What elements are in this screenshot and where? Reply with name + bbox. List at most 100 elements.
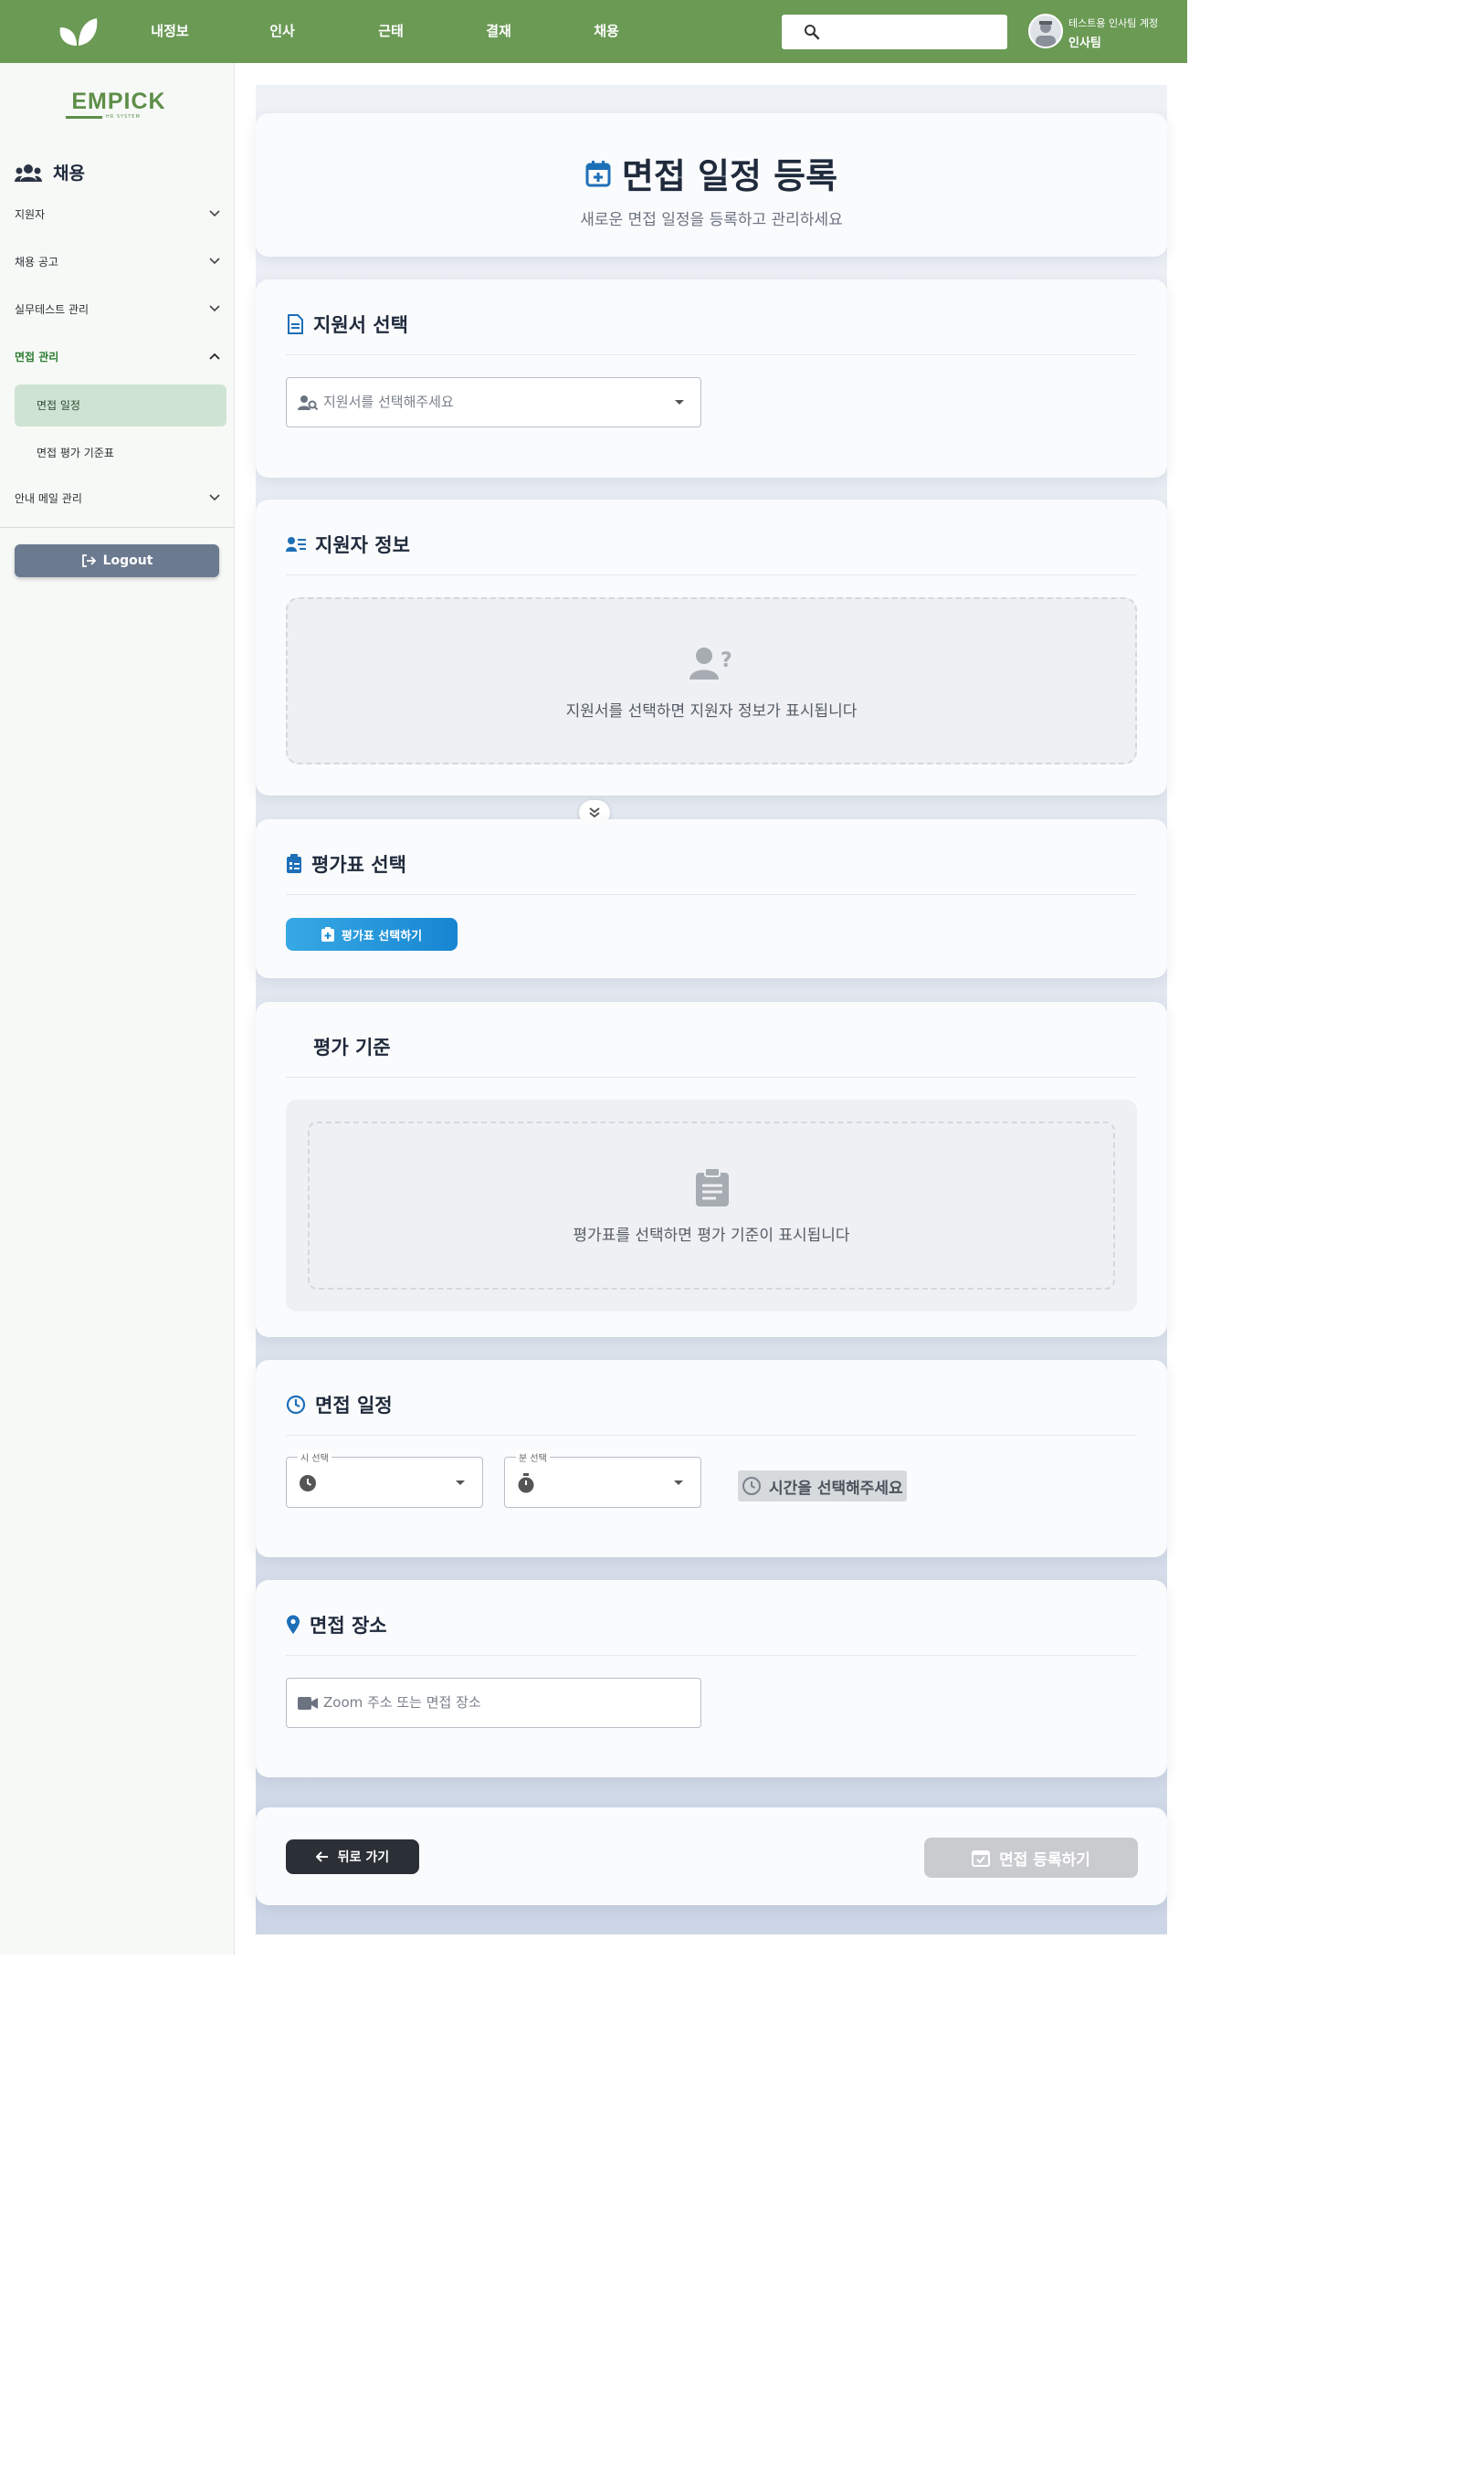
sidebar-divider <box>0 527 234 528</box>
applicant-info-placeholder: ? 지원서를 선택하면 지원자 정보가 표시됩니다 <box>286 597 1137 764</box>
sidebar-item-notice-mail[interactable]: 안내 메일 관리 <box>15 484 220 511</box>
arrow-left-icon <box>315 1851 328 1862</box>
chevron-down-icon <box>209 494 220 501</box>
criteria-empty-text: 평가표를 선택하면 평가 기준이 표시됩니다 <box>573 1227 850 1245</box>
section-title: 면접 일정 <box>315 1395 393 1417</box>
people-icon <box>15 163 42 182</box>
section-header: 평가 기준 <box>286 1033 391 1060</box>
section-divider <box>286 1435 1137 1436</box>
logo-subtext: HR SYSTEM <box>106 114 141 120</box>
application-select-card: 지원서 선택 지원서를 선택해주세요 <box>256 279 1167 478</box>
section-divider <box>286 1655 1137 1656</box>
applicant-info-card: 지원자 정보 ? 지원서를 선택하면 지원자 정보가 표시됩니다 <box>256 500 1167 795</box>
section-divider <box>286 1077 1137 1078</box>
nav-item-myinfo[interactable]: 내정보 <box>133 0 206 63</box>
section-title: 평가 기준 <box>313 1037 391 1059</box>
logout-button[interactable]: Logout <box>15 544 219 577</box>
section-title: 면접 장소 <box>310 1615 387 1637</box>
sidebar-item-label: 지원자 <box>15 207 46 221</box>
sidebar-item-applicants[interactable]: 지원자 <box>15 200 220 227</box>
nav-item-hr[interactable]: 인사 <box>246 0 319 63</box>
application-select-placeholder: 지원서를 선택해주세요 <box>323 394 454 410</box>
nav-item-attendance[interactable]: 근태 <box>354 0 427 63</box>
sidebar-item-label: 채용 공고 <box>15 255 58 269</box>
section-title: 지원자 정보 <box>315 534 410 556</box>
sidebar-section-header: 채용 <box>15 160 85 184</box>
dropdown-arrow-icon <box>456 1480 465 1485</box>
location-pin-icon <box>287 1615 300 1634</box>
calendar-add-icon <box>585 160 611 186</box>
submit-interview-button[interactable]: 면접 등록하기 <box>924 1838 1138 1878</box>
sidebar-item-practical-test[interactable]: 실무테스트 관리 <box>15 295 220 322</box>
section-divider <box>286 894 1137 895</box>
sidebar-subitem-interview-schedule[interactable]: 면접 일정 <box>15 385 226 427</box>
location-input-placeholder: Zoom 주소 또는 면접 장소 <box>323 1694 481 1711</box>
sidebar-subitem-interview-criteria[interactable]: 면접 평가 기준표 <box>15 432 226 474</box>
avatar[interactable] <box>1028 14 1063 48</box>
section-divider <box>286 354 1137 355</box>
criteria-placeholder-box: 평가표를 선택하면 평가 기준이 표시됩니다 <box>308 1122 1115 1290</box>
logo-underline <box>66 116 102 119</box>
minute-select[interactable]: 분 선택 <box>504 1450 701 1508</box>
search-box[interactable] <box>782 15 1007 49</box>
leaf-logo-icon[interactable] <box>57 15 99 47</box>
section-header: 면접 일정 <box>286 1391 393 1418</box>
empick-logo[interactable]: EMPICK HR SYSTEM <box>64 85 174 125</box>
schedule-card: 면접 일정 시 선택 분 선택 시간을 선택해주세요 <box>256 1360 1167 1557</box>
sidebar-section-title: 채용 <box>53 163 85 184</box>
location-card: 면접 장소 Zoom 주소 또는 면접 장소 <box>256 1580 1167 1777</box>
clock-icon <box>286 1395 306 1415</box>
criteria-icon-spacer <box>286 1038 304 1056</box>
hour-select-label: 시 선택 <box>298 1450 332 1464</box>
chevron-down-icon <box>209 305 220 312</box>
sidebar-item-label: 면접 관리 <box>15 350 59 363</box>
document-icon <box>288 314 303 334</box>
profile-image-icon <box>1030 16 1061 47</box>
chevron-down-icon <box>209 258 220 265</box>
action-bar-card: 뒤로 가기 면접 등록하기 <box>256 1807 1167 1905</box>
hour-select[interactable]: 시 선택 <box>286 1450 483 1508</box>
back-button[interactable]: 뒤로 가기 <box>286 1839 419 1874</box>
section-header: 지원자 정보 <box>286 531 410 558</box>
minute-select-label: 분 선택 <box>516 1450 550 1464</box>
page-subtitle: 새로운 면접 일정을 등록하고 관리하세요 <box>580 211 843 229</box>
video-camera-icon <box>298 1697 318 1710</box>
clipboard-add-icon <box>321 927 334 942</box>
eval-sheet-card: 평가표 선택 평가표 선택하기 <box>256 819 1167 978</box>
sidebar-item-interview[interactable]: 면접 관리 <box>15 342 220 370</box>
timer-icon <box>518 1473 534 1493</box>
nav-item-approval[interactable]: 결재 <box>462 0 535 63</box>
search-input[interactable] <box>827 20 992 44</box>
section-header: 면접 장소 <box>286 1611 387 1638</box>
page-title: 면접 일정 등록 <box>621 156 838 196</box>
page-title-row: 면접 일정 등록 <box>256 148 1167 198</box>
double-chevron-down-icon <box>589 807 600 818</box>
location-input-field[interactable]: Zoom 주소 또는 면접 장소 <box>286 1678 701 1728</box>
sidebar-item-label: 실무테스트 관리 <box>15 302 89 316</box>
clipboard-list-icon <box>287 854 301 873</box>
dropdown-arrow-icon <box>674 1480 683 1485</box>
sidebar-item-job-posting[interactable]: 채용 공고 <box>15 248 220 275</box>
criteria-placeholder-panel: 평가표를 선택하면 평가 기준이 표시됩니다 <box>286 1100 1137 1312</box>
page-header-card: 면접 일정 등록 새로운 면접 일정을 등록하고 관리하세요 <box>256 113 1167 257</box>
nav-item-recruit[interactable]: 채용 <box>570 0 643 63</box>
logo-text: EMPICK <box>71 89 166 114</box>
select-eval-sheet-label: 평가표 선택하기 <box>341 929 423 943</box>
select-eval-sheet-button[interactable]: 평가표 선택하기 <box>286 918 458 951</box>
submit-button-label: 면접 등록하기 <box>999 1850 1090 1870</box>
back-button-label: 뒤로 가기 <box>337 1850 390 1865</box>
time-hint-text: 시간을 선택해주세요 <box>769 1479 903 1498</box>
section-divider <box>286 574 1137 575</box>
calendar-check-icon <box>972 1850 991 1867</box>
section-title: 지원서 선택 <box>313 314 408 336</box>
application-select[interactable]: 지원서를 선택해주세요 <box>286 377 701 427</box>
person-list-icon <box>286 537 306 552</box>
sidebar: EMPICK HR SYSTEM 채용 지원자 채용 공고 실무테스트 관리 면… <box>0 63 235 1954</box>
section-header: 평가표 선택 <box>286 850 406 878</box>
chevron-up-icon <box>209 353 220 360</box>
dropdown-arrow-icon <box>675 400 684 405</box>
chevron-down-icon <box>209 210 220 217</box>
clock-outline-icon <box>742 1477 761 1495</box>
logout-label: Logout <box>102 553 153 568</box>
section-title: 평가표 선택 <box>311 854 406 876</box>
